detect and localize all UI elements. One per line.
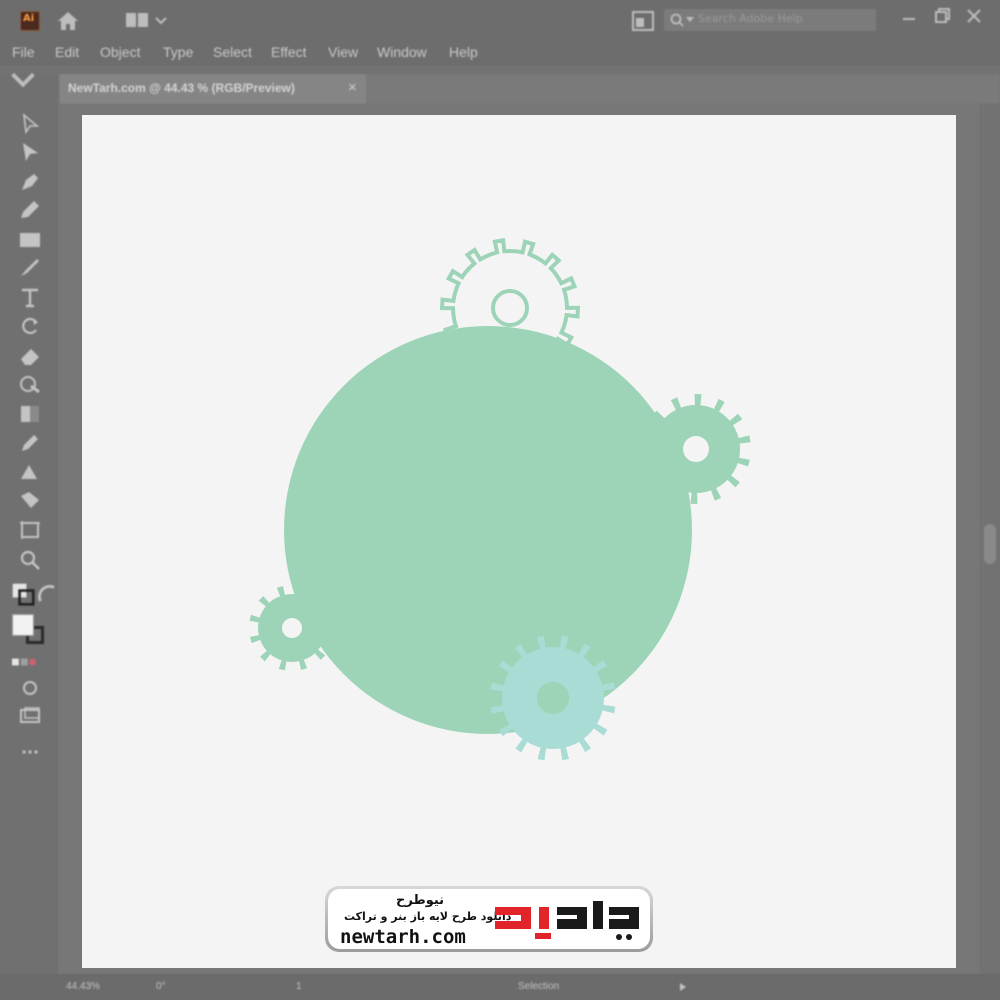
- watermark-brand-title: نیوطرح: [396, 893, 445, 908]
- status-bar: 44.43% 0° 1 Selection: [0, 974, 1000, 1000]
- zoom-level[interactable]: 44.43%: [66, 981, 100, 992]
- watermark-site: newtarh.com: [340, 926, 466, 948]
- main-circle[interactable]: [284, 326, 692, 734]
- current-tool-label: Selection: [518, 981, 560, 992]
- rotation-value[interactable]: 0°: [156, 981, 166, 992]
- status-arrow-icon[interactable]: [678, 982, 688, 992]
- gear-blue-hole: [537, 682, 569, 714]
- watermark-logo-mark: [495, 901, 639, 940]
- artboard-navigator[interactable]: 1: [296, 981, 302, 992]
- artwork[interactable]: [0, 0, 1000, 1000]
